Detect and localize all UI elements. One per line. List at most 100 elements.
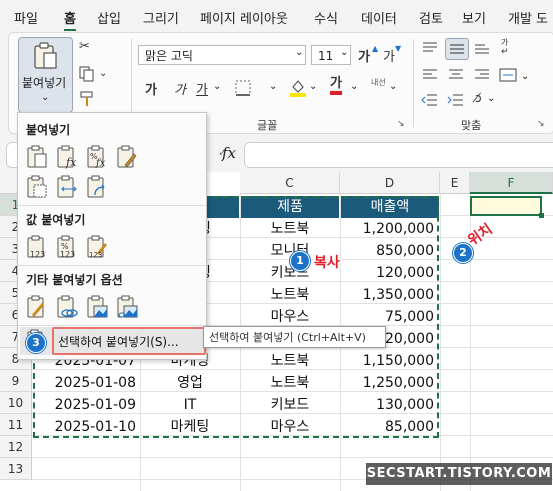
step-badge-2: 2	[453, 243, 473, 263]
alignment-dialog-launcher-icon[interactable]: ↘	[537, 119, 545, 129]
menu-file[interactable]: 파일	[14, 8, 38, 27]
phonetic-button[interactable]: 내선	[371, 77, 386, 88]
orientation-chevron-icon[interactable]: ⌄	[487, 93, 495, 104]
menu-home[interactable]: 홈	[64, 8, 76, 31]
paste-formatting-icon[interactable]	[26, 295, 48, 319]
clipboard-icon	[34, 42, 57, 69]
border-chevron-icon[interactable]: ⌄	[269, 81, 277, 92]
transpose-icon[interactable]	[86, 175, 108, 199]
row-header-11[interactable]: 11	[0, 414, 32, 436]
paste-values-icon[interactable]: 123	[26, 235, 48, 259]
paste-values-number-format-icon[interactable]: %123	[56, 235, 78, 259]
paste-icon[interactable]	[26, 145, 48, 169]
decrease-indent-icon[interactable]	[421, 93, 439, 107]
paste-button[interactable]: 붙여넣기 ⌄	[18, 37, 73, 113]
svg-text:fx: fx	[65, 156, 77, 169]
copy-icon[interactable]	[79, 66, 95, 82]
orientation-icon[interactable]: ↄ̸	[475, 91, 482, 105]
paste-options-menu: 붙여넣기 fx % fx 값 붙여넣기 123 % 123 123 기타 붙여넣기 …	[17, 112, 207, 360]
menu-review[interactable]: 검토	[419, 8, 443, 27]
paste-label: 붙여넣기	[22, 76, 67, 90]
paste-link-icon[interactable]	[56, 295, 78, 319]
other-paste-options-section-title: 기타 붙여넣기 옵션	[26, 273, 123, 287]
grow-font-button[interactable]: 가	[358, 46, 370, 65]
paste-section-title: 붙여넣기	[26, 123, 71, 137]
grow-arrow-icon: ▲	[372, 44, 379, 53]
menu-view[interactable]: 보기	[462, 8, 486, 27]
underline-button[interactable]: 가	[196, 79, 208, 98]
paste-special-menu-item[interactable]: 선택하여 붙여넣기(S)...	[52, 327, 206, 355]
font-color-button[interactable]: 가	[330, 77, 342, 95]
no-borders-icon[interactable]	[26, 175, 48, 199]
selected-cell-f1[interactable]	[470, 196, 542, 216]
row-header-10[interactable]: 10	[0, 392, 32, 414]
paste-values-section-title: 값 붙여넣기	[26, 213, 86, 227]
menu-draw[interactable]: 그리기	[143, 8, 179, 27]
row-header-12[interactable]: 12	[0, 436, 32, 458]
paste-special-tooltip: 선택하여 붙여넣기 (Ctrl+Alt+V)	[203, 326, 386, 348]
menu-bar: 파일 홈 삽입 그리기 페이지 레이아웃 수식 데이터 검토 보기 개발 도	[0, 0, 553, 32]
shrink-font-button[interactable]: 가	[383, 46, 395, 65]
font-name-select[interactable]: 맑은 고딕	[138, 45, 306, 65]
linked-picture-icon[interactable]	[116, 295, 138, 319]
column-header-f[interactable]: F	[470, 172, 553, 194]
fx-icon[interactable]: fx	[222, 144, 236, 162]
step-badge-3: 3	[26, 333, 46, 353]
step-badge-1: 1	[290, 251, 310, 271]
keep-column-widths-icon[interactable]	[56, 175, 78, 199]
copy-chevron-icon[interactable]: ⌄	[99, 68, 107, 79]
align-bottom-icon[interactable]	[473, 41, 491, 55]
svg-text:123: 123	[30, 250, 45, 259]
menu-formulas[interactable]: 수식	[314, 8, 338, 27]
alignment-group-label: 맞춤	[461, 119, 482, 132]
align-right-icon[interactable]	[473, 68, 491, 82]
keep-source-formatting-icon[interactable]	[116, 145, 138, 169]
font-size-chevron-icon[interactable]: ⌄	[340, 47, 348, 58]
merge-center-icon[interactable]	[499, 66, 517, 84]
column-header-e[interactable]: E	[440, 172, 470, 194]
format-painter-icon[interactable]	[79, 91, 95, 107]
formula-input[interactable]	[244, 142, 553, 168]
paste-formulas-number-format-icon[interactable]: %fx	[86, 145, 108, 169]
cut-icon[interactable]: ✂	[79, 39, 90, 54]
column-header-c[interactable]: C	[240, 172, 340, 194]
paste-formulas-icon[interactable]: fx	[56, 145, 78, 169]
menu-data[interactable]: 데이터	[361, 8, 397, 27]
menu-developer[interactable]: 개발 도	[508, 8, 548, 27]
bold-button[interactable]: 가	[145, 79, 157, 98]
underline-chevron-icon[interactable]: ⌄	[213, 81, 221, 92]
watermark: SECSTART.TISTORY.COM	[366, 463, 552, 485]
increase-indent-icon[interactable]	[447, 93, 465, 107]
wrap-text-icon: ↵	[501, 47, 509, 57]
italic-button[interactable]: 가	[174, 79, 186, 98]
align-middle-icon	[450, 44, 464, 54]
fill-color-icon[interactable]	[289, 77, 307, 97]
shrink-arrow-icon: ▼	[395, 44, 402, 53]
chevron-down-icon: ⌄	[41, 92, 50, 103]
menu-insert[interactable]: 삽입	[97, 8, 121, 27]
svg-text:123: 123	[60, 250, 75, 259]
font-name-chevron-icon[interactable]: ⌄	[295, 47, 303, 58]
phonetic-chevron-icon[interactable]: ⌄	[389, 81, 397, 92]
column-header-d[interactable]: D	[340, 172, 440, 194]
paste-special-label: 선택하여 붙여넣기(S)...	[58, 335, 179, 349]
row-header-13[interactable]: 13	[0, 458, 32, 480]
align-center-icon[interactable]	[447, 68, 465, 82]
border-icon[interactable]	[234, 79, 252, 97]
copy-annotation-label: 복사	[314, 255, 340, 271]
align-middle-button[interactable]	[445, 38, 469, 60]
align-left-icon[interactable]	[421, 68, 439, 82]
row-header-9[interactable]: 9	[0, 370, 32, 392]
merge-chevron-icon[interactable]: ⌄	[521, 71, 529, 82]
font-dialog-launcher-icon[interactable]: ↘	[397, 119, 405, 129]
svg-text:123: 123	[89, 251, 102, 259]
font-group-label: 글꼴	[257, 119, 278, 132]
menu-page-layout[interactable]: 페이지 레이아웃	[200, 8, 288, 27]
svg-text:fx: fx	[95, 158, 106, 169]
fill-chevron-icon[interactable]: ⌄	[309, 81, 317, 92]
font-color-chevron-icon[interactable]: ⌄	[350, 81, 358, 92]
paste-values-source-formatting-icon[interactable]: 123	[86, 235, 108, 259]
fill-handle[interactable]	[539, 213, 544, 218]
align-top-icon[interactable]	[421, 41, 439, 55]
paste-picture-icon[interactable]	[86, 295, 108, 319]
